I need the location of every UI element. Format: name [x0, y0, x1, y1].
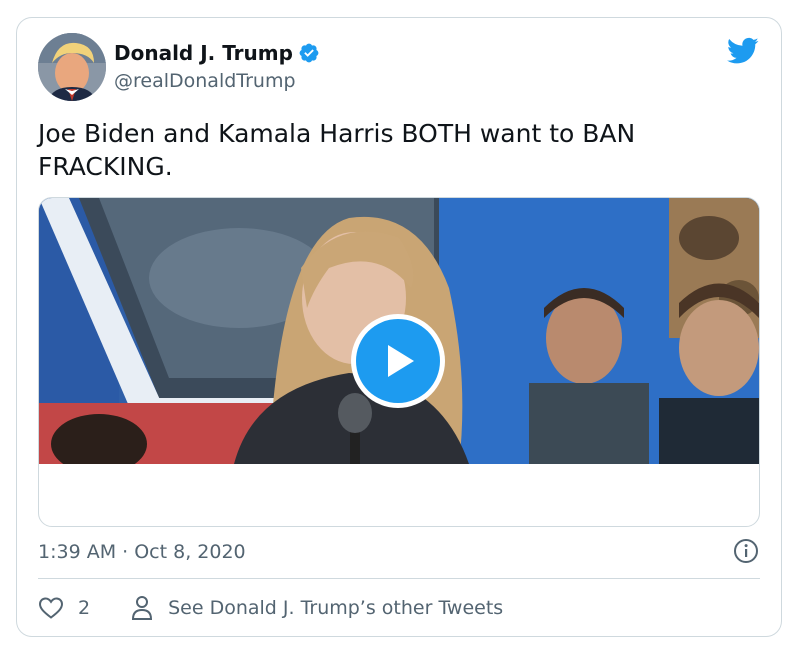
see-other-tweets-label[interactable]: See Donald J. Trump’s other Tweets [168, 595, 503, 621]
tweet-card[interactable]: Donald J. Trump @realDonaldTrump Joe Bid… [16, 17, 782, 637]
heart-icon [38, 597, 64, 619]
play-icon [356, 319, 440, 403]
see-other-tweets-link[interactable]: See Donald J. Trump’s other Tweets [130, 595, 503, 621]
tweet-text: Joe Biden and Kamala Harris BOTH want to… [38, 119, 636, 181]
video-player[interactable] [39, 198, 759, 464]
like-button[interactable]: 2 [38, 595, 90, 621]
divider [38, 578, 760, 579]
tweet-timestamp[interactable]: 1:39 AM · Oct 8, 2020 [38, 539, 246, 565]
author-handle[interactable]: @realDonaldTrump [114, 68, 296, 94]
display-name[interactable]: Donald J. Trump [114, 40, 293, 66]
avatar-image [38, 33, 106, 101]
twitter-bird-icon[interactable] [727, 37, 759, 65]
verified-badge-icon [298, 42, 320, 64]
info-icon[interactable] [733, 538, 759, 564]
author-name-row[interactable]: Donald J. Trump [114, 40, 320, 66]
action-bar: 2 See Donald J. Trump’s other Tweets [38, 595, 503, 621]
avatar[interactable] [38, 33, 106, 101]
like-count: 2 [78, 597, 91, 619]
video-card[interactable] [38, 197, 760, 527]
play-button[interactable] [351, 314, 445, 408]
person-icon [132, 596, 153, 620]
